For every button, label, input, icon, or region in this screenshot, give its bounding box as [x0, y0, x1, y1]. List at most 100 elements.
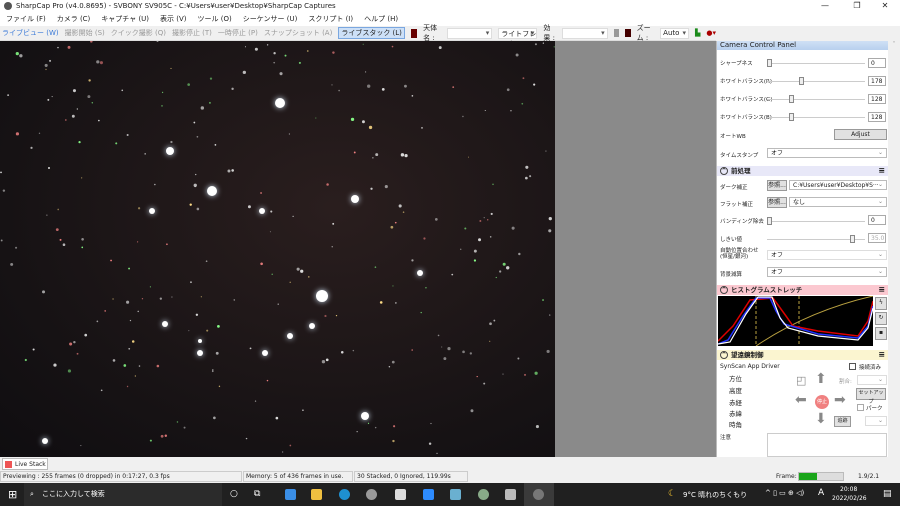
menu-camera[interactable]: カメラ (C) [57, 14, 91, 24]
pause-button[interactable]: 一時停止 (P) [218, 28, 258, 38]
flat-browse-button[interactable]: 参照... [767, 197, 787, 208]
menu-icon[interactable]: ≡ [878, 166, 885, 176]
auto-stretch-icon[interactable]: ϟ [875, 297, 887, 310]
track-button[interactable]: 追跡 [834, 416, 851, 427]
tray-icons[interactable]: ^ ▯ ▭ ⊕ ◁) [765, 489, 804, 497]
star [316, 290, 328, 302]
collapse-icon[interactable]: ^ [720, 286, 728, 294]
menu-icon[interactable]: ≡ [878, 350, 885, 360]
track-select[interactable] [865, 416, 887, 426]
banding-slider[interactable] [767, 217, 865, 225]
stop-capture-button[interactable]: 撮影停止 (T) [172, 28, 212, 38]
dark-select[interactable]: C:¥Users¥user¥Desktop¥S··· [789, 180, 887, 190]
panel-scrollbar[interactable]: ˄ [888, 41, 900, 457]
arrow-right-button[interactable]: ➡ [834, 392, 846, 408]
menu-view[interactable]: 表示 (V) [160, 14, 186, 24]
histogram-header[interactable]: ^ ヒストグラムストレッチ ≡ [717, 285, 888, 295]
star [91, 102, 94, 104]
start-capture-button[interactable]: 撮影開始 (S) [65, 28, 105, 38]
zoom-select[interactable]: Auto [660, 27, 689, 39]
arrow-down-button[interactable]: ⬇ [815, 411, 827, 427]
windows-start-icon[interactable]: ⊞ [8, 488, 17, 501]
bg-subtract-select[interactable]: オフ [767, 267, 887, 277]
live-stack-button[interactable]: ライブスタック (L) [338, 27, 405, 39]
color-icon[interactable] [625, 29, 631, 37]
ime-indicator[interactable]: A [818, 488, 824, 498]
reset-icon[interactable]: ↻ [875, 312, 887, 325]
collapse-icon[interactable]: ^ [720, 351, 728, 359]
quick-capture-button[interactable]: クイック撮影 (Q) [111, 28, 166, 38]
connected-checkbox[interactable] [849, 363, 856, 370]
histogram-chart[interactable] [718, 296, 873, 346]
live-stack-tab[interactable]: Live Stack [2, 458, 48, 470]
notes-textarea[interactable] [767, 433, 887, 457]
star [368, 125, 373, 130]
banding-value[interactable]: 0 [868, 215, 886, 225]
park-checkbox[interactable] [857, 404, 864, 411]
star [19, 54, 23, 58]
preprocess-header[interactable]: ^ 前処理 ≡ [717, 166, 888, 176]
cortana-icon[interactable]: ○ [230, 489, 238, 499]
target-name-input[interactable] [446, 27, 493, 39]
live-image[interactable] [0, 39, 555, 457]
flat-select[interactable]: なし [789, 197, 887, 207]
threshold-value[interactable]: 35.0 [868, 233, 886, 243]
grayscale-icon[interactable] [613, 29, 620, 37]
clock-time[interactable]: 20:08 [840, 486, 857, 493]
clock-date[interactable]: 2022/02/26 [832, 495, 867, 502]
spiral-icon[interactable]: ◰ [796, 374, 806, 387]
sharpcap-taskbar-button[interactable] [524, 483, 554, 506]
zoom-app-icon[interactable] [423, 489, 434, 500]
snapshot-button[interactable]: スナップショット (A) [264, 28, 332, 38]
wb-b-value[interactable]: 128 [868, 112, 886, 122]
setup-button[interactable]: セットアップ [856, 388, 886, 405]
taskbar-search[interactable]: ⌕ ここに入力して検索 [24, 483, 222, 506]
sharpness-value[interactable]: 0 [868, 58, 886, 68]
rate-select[interactable] [857, 375, 887, 385]
store-icon[interactable] [395, 489, 406, 500]
maximize-button[interactable]: ❐ [842, 0, 872, 12]
frame-type-select[interactable]: ライトフレーム [498, 27, 538, 48]
reticle-icon[interactable] [410, 28, 418, 38]
app-icon[interactable] [505, 489, 516, 500]
timestamp-select[interactable]: オフ [767, 148, 887, 158]
adjust-button[interactable]: Adjust [834, 129, 887, 140]
threshold-slider[interactable] [767, 235, 865, 243]
live-view-button[interactable]: ライブビュー (W) [2, 28, 59, 38]
menu-icon[interactable]: ≡ [878, 285, 885, 295]
task-view-icon[interactable]: ⧉ [254, 489, 260, 499]
effect-select[interactable] [562, 27, 608, 39]
explorer-icon[interactable] [311, 489, 322, 500]
weather-text[interactable]: 9°C 晴れのちくもり [683, 490, 747, 500]
stop-button[interactable]: 停止 [815, 395, 829, 409]
collapse-icon[interactable]: ^ [720, 167, 728, 175]
arrow-up-button[interactable]: ⬆ [815, 371, 827, 387]
wb-r-slider[interactable] [767, 77, 865, 85]
save-icon[interactable]: ▪ [875, 327, 887, 340]
menu-sequencer[interactable]: シーケンサー (U) [243, 14, 298, 24]
wb-b-slider[interactable] [767, 113, 865, 121]
wb-g-slider[interactable] [767, 95, 865, 103]
minimize-button[interactable]: — [810, 0, 840, 12]
app-icon[interactable] [450, 489, 461, 500]
menu-scripting[interactable]: スクリプト (I) [308, 14, 353, 24]
close-button[interactable]: ✕ [870, 0, 900, 12]
mail-icon[interactable] [285, 489, 296, 500]
dark-browse-button[interactable]: 参照... [767, 180, 787, 191]
edge-icon[interactable] [339, 489, 350, 500]
notification-icon[interactable]: ▤ [883, 489, 892, 499]
wb-g-value[interactable]: 128 [868, 94, 886, 104]
menu-help[interactable]: ヘルプ (H) [364, 14, 398, 24]
app-icon[interactable] [478, 489, 489, 500]
menu-capture[interactable]: キャプチャ (U) [101, 14, 149, 24]
magnifier-icon[interactable]: ●▾ [706, 29, 716, 37]
menu-tools[interactable]: ツール (O) [198, 14, 232, 24]
sharpness-slider[interactable] [767, 59, 865, 67]
arrow-left-button[interactable]: ⬅ [795, 392, 807, 408]
wb-r-value[interactable]: 178 [868, 76, 886, 86]
histogram-icon[interactable]: ▙ [695, 29, 700, 37]
menu-file[interactable]: ファイル (F) [6, 14, 46, 24]
app-icon[interactable] [366, 489, 377, 500]
align-select[interactable]: オフ [767, 250, 887, 260]
mount-header[interactable]: ^ 望遠鏡制御 ≡ [717, 350, 888, 360]
